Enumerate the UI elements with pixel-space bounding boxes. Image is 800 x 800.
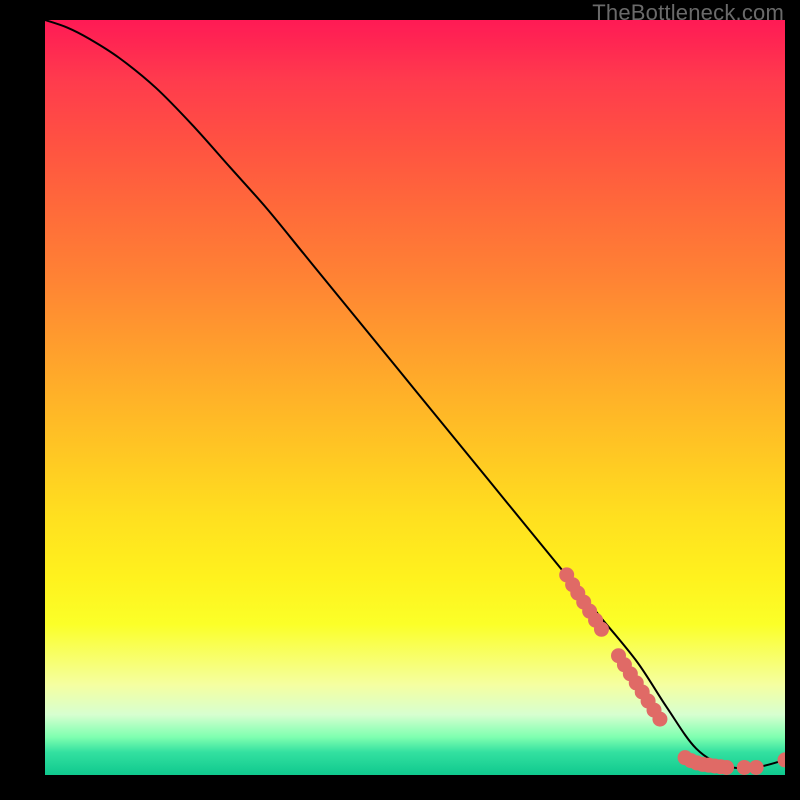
data-point [594, 622, 609, 637]
data-point [719, 760, 734, 775]
data-point [749, 760, 764, 775]
chart-frame: TheBottleneck.com [0, 0, 800, 800]
data-point [652, 712, 667, 727]
plot-area [45, 20, 785, 775]
watermark-text: TheBottleneck.com [592, 0, 784, 26]
data-point [778, 752, 786, 767]
bottleneck-curve [45, 20, 785, 768]
data-points [559, 567, 785, 775]
chart-svg [45, 20, 785, 775]
